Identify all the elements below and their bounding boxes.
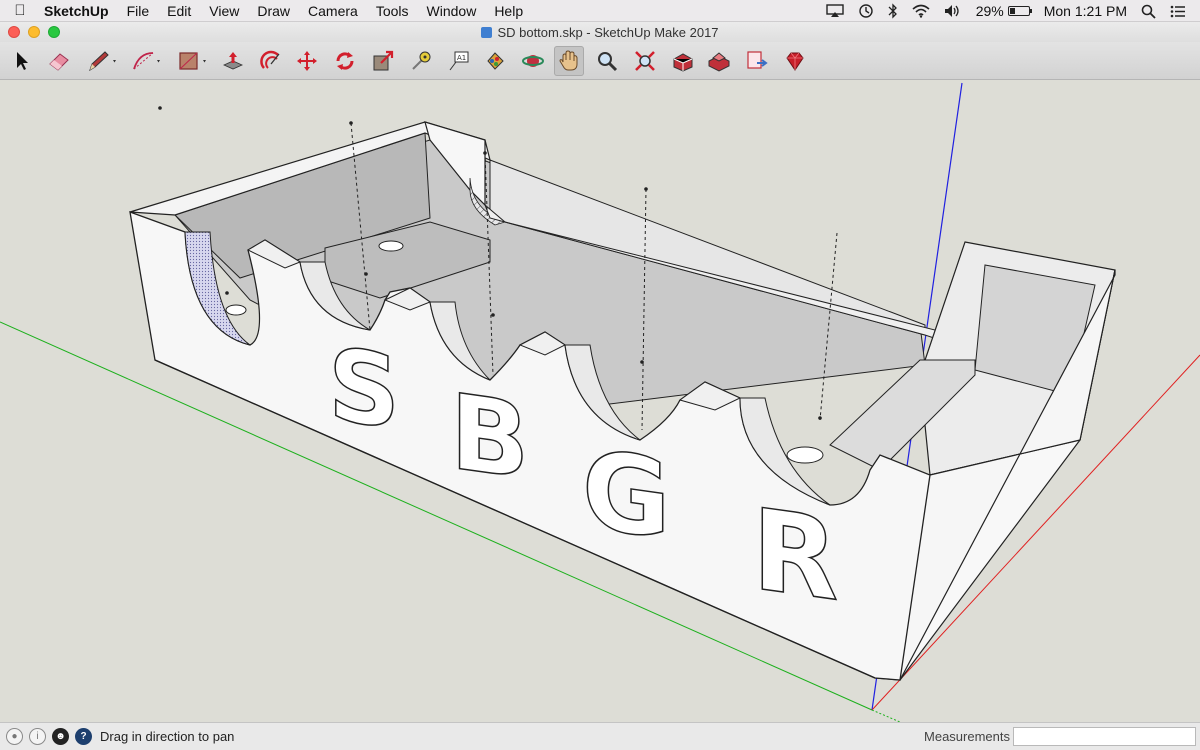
user-account-icon[interactable]: ☻ [52,728,69,745]
push-pull-tool-button[interactable] [218,46,248,76]
menu-window[interactable]: Window [418,3,486,19]
menu-bar:  SketchUp File Edit View Draw Camera To… [0,0,1200,22]
large-toolset-toolbar: A1 [0,42,1200,80]
paint-bucket-icon [487,52,504,70]
engraved-letter-b: B [450,371,529,504]
close-window-button[interactable] [8,26,20,38]
menu-tools[interactable]: Tools [367,3,418,19]
send-to-layout-tool-button[interactable] [742,46,772,76]
screw-hole-1 [225,304,247,316]
volume-icon[interactable] [944,4,962,18]
window-title: SD bottom.skp - SketchUp Make 2017 [497,24,719,40]
tape-measure-tool-button[interactable] [406,46,436,76]
menu-view[interactable]: View [200,3,248,19]
menu-file[interactable]: File [118,3,159,19]
magnifier-icon [598,52,618,72]
extension-warehouse-icon [708,52,730,72]
pan-tool-button[interactable] [554,46,584,76]
status-hint: Drag in direction to pan [100,729,235,744]
time-machine-icon[interactable] [858,3,874,19]
zoom-extents-tool-button[interactable] [630,46,660,76]
arc-tool-button[interactable] [128,46,166,76]
orbit-icon [522,55,544,67]
layout-icon [747,51,768,69]
arc-icon [133,52,160,70]
status-bar: ● i ☻ ? Drag in direction to pan Measure… [0,722,1200,750]
engraved-letter-g: G [582,425,671,564]
wifi-icon[interactable] [912,4,930,18]
tape-measure-icon [412,51,431,70]
minimize-window-button[interactable] [28,26,40,38]
paint-bucket-tool-button[interactable] [480,46,510,76]
window-controls [8,26,60,38]
fullscreen-window-button[interactable] [48,26,60,38]
bluetooth-icon[interactable] [888,3,898,19]
warehouse-icon [673,53,693,72]
battery-level-fill [1009,8,1015,14]
menu-camera[interactable]: Camera [299,3,367,19]
rectangle-tool-button[interactable] [174,46,212,76]
zoom-extents-icon [635,51,655,71]
model-viewport[interactable]: S B G R [0,81,1200,722]
select-tool-button[interactable] [6,46,36,76]
instructor-help-icon[interactable]: ? [75,728,92,745]
airplay-icon[interactable] [826,4,844,18]
notification-center-icon[interactable] [1170,5,1186,18]
svg-text:A1: A1 [457,54,466,62]
rectangle-icon [179,52,206,70]
text-tool-button[interactable]: A1 [444,46,474,76]
battery-status[interactable]: 29% [975,3,1032,19]
line-tool-button[interactable] [84,46,122,76]
text-icon: A1 [449,51,469,71]
green-axis-dashed [871,709,901,722]
credits-icon[interactable]: i [29,728,46,745]
zoom-tool-button[interactable] [592,46,622,76]
model-canvas[interactable]: S B G R [0,81,1200,722]
move-tool-button[interactable] [292,46,322,76]
extension-warehouse-tool-button[interactable] [704,46,734,76]
eraser-icon [49,53,69,71]
pencil-icon [89,51,116,72]
scale-icon [373,50,394,71]
push-pull-icon [223,52,243,70]
screw-hole-3 [786,446,824,464]
geolocation-icon[interactable]: ● [6,728,23,745]
menu-sketchup[interactable]: SketchUp [40,3,118,19]
menu-edit[interactable]: Edit [158,3,200,19]
scale-tool-button[interactable] [368,46,398,76]
rotate-tool-button[interactable] [330,46,360,76]
offset-icon [260,50,280,69]
menubar-clock[interactable]: Mon 1:21 PM [1044,3,1127,19]
measurements-label: Measurements [924,729,1010,744]
engraved-letter-r: R [752,484,838,626]
menu-help[interactable]: Help [485,3,532,19]
warehouse-tool-button[interactable] [668,46,698,76]
window-title-bar: SD bottom.skp - SketchUp Make 2017 [0,22,1200,42]
offset-tool-button[interactable] [256,46,286,76]
menu-draw[interactable]: Draw [248,3,299,19]
ruby-tool-button[interactable] [780,46,810,76]
move-arrows-icon [297,51,317,71]
engraved-letter-s: S [328,326,400,453]
ruby-gem-icon [786,52,804,71]
measurements-input[interactable] [1013,727,1196,746]
spotlight-search-icon[interactable] [1141,4,1156,19]
orbit-tool-button[interactable] [518,46,548,76]
rotate-icon [336,52,354,70]
battery-percent: 29% [975,3,1004,19]
battery-icon [1007,6,1032,16]
arrow-cursor-icon [17,52,28,70]
status-menus: 29% Mon 1:21 PM [826,0,1200,22]
apple-menu-icon[interactable]:  [0,2,40,19]
screw-hole-2 [378,240,404,252]
document-icon [481,26,493,38]
eraser-tool-button[interactable] [44,46,74,76]
hand-icon [559,50,578,71]
